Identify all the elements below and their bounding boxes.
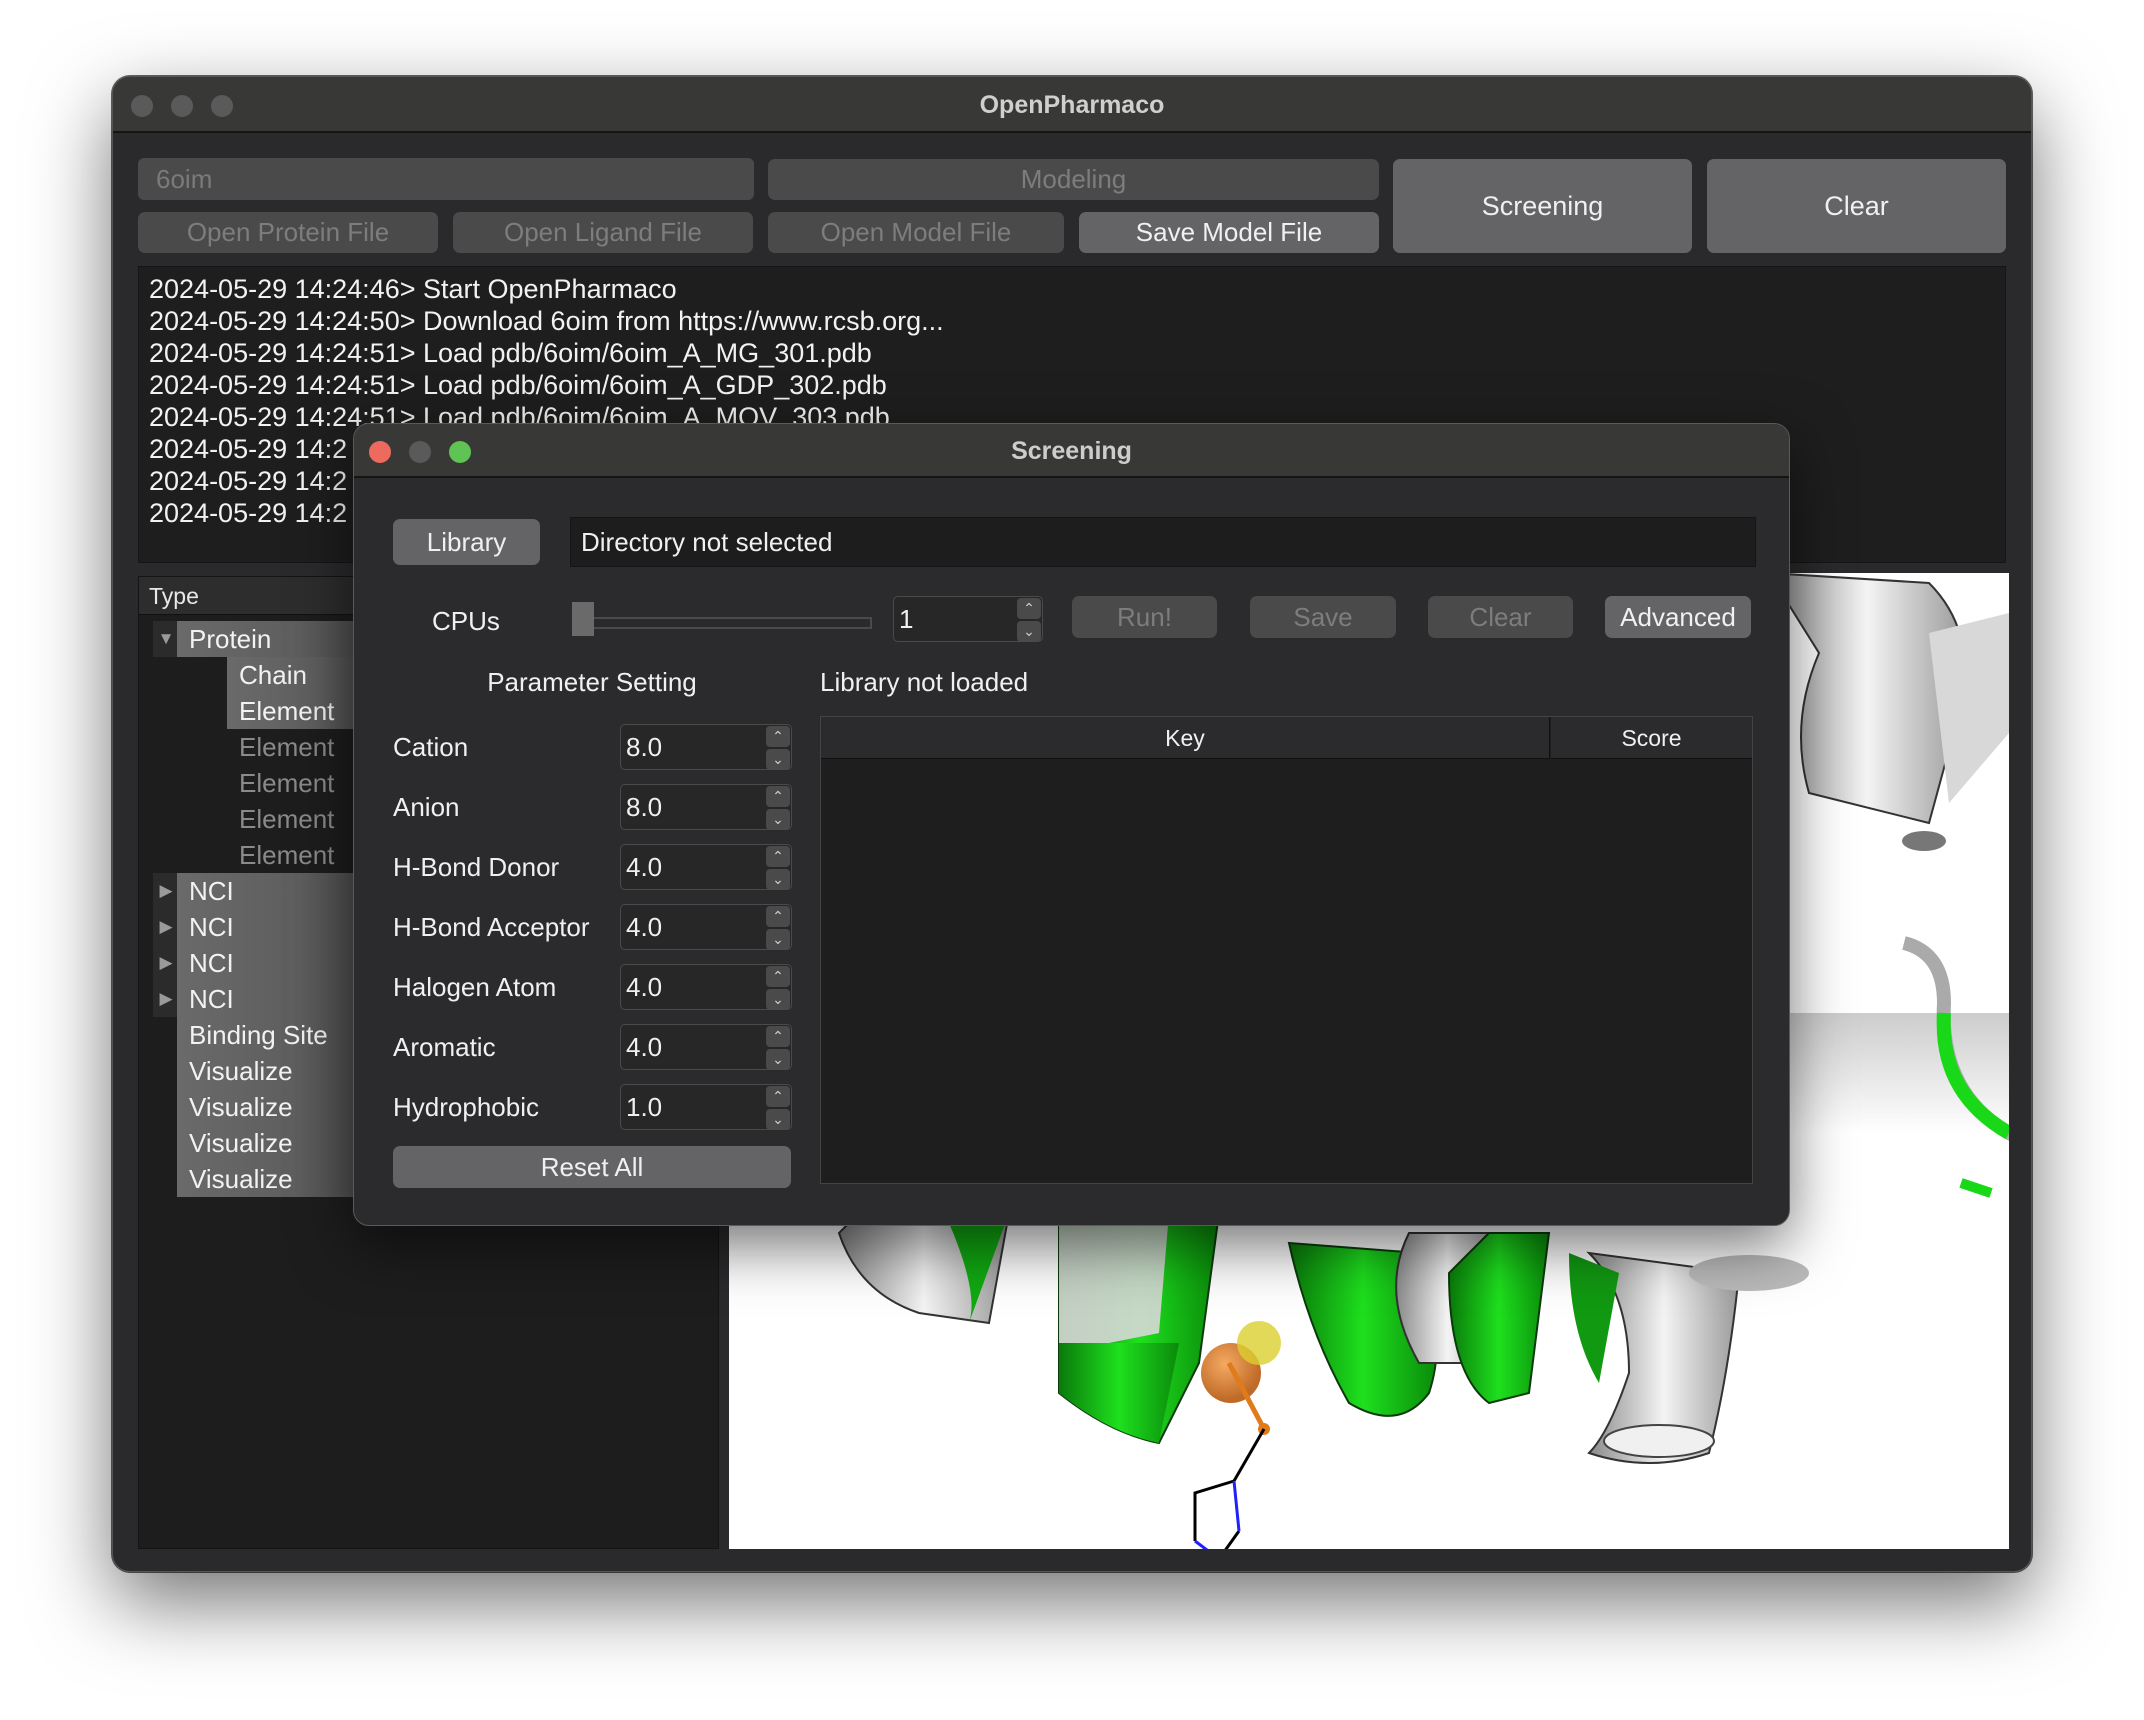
- library-directory-field[interactable]: Directory not selected: [570, 517, 1756, 567]
- expand-arrow-down-icon[interactable]: ▼: [153, 621, 179, 657]
- log-line: 2024-05-29 14:24:50> Download 6oim from …: [149, 306, 944, 336]
- parameter-label: H-Bond Acceptor: [393, 912, 590, 942]
- parameter-value: 4.0: [626, 852, 663, 882]
- clear-button[interactable]: Clear: [1707, 159, 2006, 253]
- tree-item-label: Binding Site: [177, 1017, 379, 1053]
- open-ligand-file-button[interactable]: Open Ligand File: [453, 212, 753, 253]
- parameter-value: 8.0: [626, 792, 663, 822]
- cpus-slider-handle[interactable]: [572, 602, 594, 636]
- increment-icon[interactable]: ⌃: [766, 786, 790, 807]
- parameter-value: 4.0: [626, 1032, 663, 1062]
- parameter-label: Cation: [393, 732, 469, 762]
- parameter-spinbox[interactable]: 1.0 ⌃ ⌄: [620, 1084, 792, 1130]
- save-model-file-button[interactable]: Save Model File: [1079, 212, 1379, 253]
- screening-dialog: Screening Library Directory not selected…: [353, 423, 1790, 1226]
- library-button[interactable]: Library: [393, 519, 540, 565]
- window-title: OpenPharmaco: [979, 91, 1165, 119]
- parameter-spinbox[interactable]: 4.0 ⌃ ⌄: [620, 964, 792, 1010]
- ligand-bond: [1193, 1479, 1235, 1541]
- helix-green: [1447, 1232, 1551, 1405]
- parameter-label: Aromatic: [393, 1032, 496, 1062]
- ligand-bond-nitrogen: [1232, 1480, 1241, 1532]
- parameter-spinbox[interactable]: 4.0 ⌃ ⌄: [620, 1024, 792, 1070]
- log-line: 2024-05-29 14:24:51> Load pdb/6oim/6oim_…: [149, 370, 887, 400]
- increment-icon[interactable]: ⌃: [766, 726, 790, 747]
- increment-icon[interactable]: ⌃: [766, 1026, 790, 1047]
- parameter-label: Halogen Atom: [393, 972, 557, 1002]
- dialog-title: Screening: [1011, 437, 1132, 465]
- expand-arrow-right-icon[interactable]: ▶: [153, 873, 179, 909]
- green-fragment: [1959, 1178, 1993, 1198]
- open-model-file-button[interactable]: Open Model File: [768, 212, 1064, 253]
- parameter-value: 4.0: [626, 912, 663, 942]
- tree-item-label: Visualize: [177, 1089, 379, 1125]
- increment-icon[interactable]: ⌃: [766, 966, 790, 987]
- helix-white: [1059, 1213, 1169, 1353]
- tree-item-label: Visualize: [177, 1053, 379, 1089]
- ligand-bond: [1224, 1530, 1241, 1549]
- expand-arrow-right-icon[interactable]: ▶: [153, 945, 179, 981]
- ligand-sphere-yellow: [1237, 1321, 1281, 1365]
- log-line: 2024-05-29 14:24:51> Load pdb/6oim/6oim_…: [149, 338, 872, 368]
- cpus-slider-track[interactable]: [572, 617, 872, 629]
- parameter-label: Anion: [393, 792, 460, 822]
- decrement-icon[interactable]: ⌄: [766, 929, 790, 950]
- decrement-icon[interactable]: ⌄: [766, 1049, 790, 1070]
- helix-end: [1689, 1255, 1809, 1291]
- column-header-score[interactable]: Score: [1551, 717, 1752, 759]
- column-header-key[interactable]: Key: [821, 717, 1550, 759]
- helix-green: [1569, 1253, 1619, 1383]
- pdb-id-input[interactable]: 6oim: [138, 158, 754, 200]
- tree-item-label: NCI: [177, 945, 379, 981]
- parameter-spinbox[interactable]: 8.0 ⌃ ⌄: [620, 784, 792, 830]
- expand-arrow-right-icon[interactable]: ▶: [153, 909, 179, 945]
- parameter-label: H-Bond Donor: [393, 852, 560, 882]
- run-button[interactable]: Run!: [1072, 596, 1217, 638]
- increment-icon[interactable]: ⌃: [1017, 598, 1041, 619]
- tree-item-label: NCI: [177, 873, 379, 909]
- log-line: 2024-05-29 14:24:46> Start OpenPharmaco: [149, 274, 677, 304]
- ligand-bond-nitrogen: [1194, 1539, 1209, 1549]
- cpus-spinbox[interactable]: 1 ⌃ ⌄: [893, 596, 1043, 642]
- cpus-value: 1: [899, 604, 914, 634]
- reset-all-button[interactable]: Reset All: [393, 1146, 791, 1188]
- parameter-spinbox[interactable]: 4.0 ⌃ ⌄: [620, 904, 792, 950]
- tree-item-label: Visualize: [177, 1161, 379, 1197]
- parameter-value: 4.0: [626, 972, 663, 1002]
- decrement-icon[interactable]: ⌄: [766, 809, 790, 830]
- strand-end: [1902, 831, 1946, 851]
- decrement-icon[interactable]: ⌄: [766, 869, 790, 890]
- cpus-label: CPUs: [432, 606, 500, 636]
- parameter-value: 1.0: [626, 1092, 663, 1122]
- library-status-label: Library not loaded: [820, 667, 1029, 697]
- tree-item-label: Protein: [177, 621, 379, 657]
- decrement-icon[interactable]: ⌄: [766, 749, 790, 770]
- increment-icon[interactable]: ⌃: [766, 1086, 790, 1107]
- save-button[interactable]: Save: [1250, 596, 1396, 638]
- tree-item-label: NCI: [177, 981, 379, 1017]
- increment-icon[interactable]: ⌃: [766, 906, 790, 927]
- parameter-value: 8.0: [626, 732, 663, 762]
- parameter-label: Hydrophobic: [393, 1092, 539, 1122]
- helix-end: [1603, 1424, 1715, 1458]
- increment-icon[interactable]: ⌃: [766, 846, 790, 867]
- decrement-icon[interactable]: ⌄: [1017, 621, 1041, 642]
- parameter-spinbox[interactable]: 4.0 ⌃ ⌄: [620, 844, 792, 890]
- clear-results-button[interactable]: Clear: [1428, 596, 1573, 638]
- parameter-setting-heading: Parameter Setting: [487, 667, 697, 697]
- results-table[interactable]: Key Score: [820, 716, 1753, 1184]
- decrement-icon[interactable]: ⌄: [766, 989, 790, 1010]
- tree-item-label: NCI: [177, 909, 379, 945]
- decrement-icon[interactable]: ⌄: [766, 1109, 790, 1130]
- helix-white: [1767, 573, 1966, 825]
- screening-button[interactable]: Screening: [1393, 159, 1692, 253]
- expand-arrow-right-icon[interactable]: ▶: [153, 981, 179, 1017]
- modeling-button[interactable]: Modeling: [768, 159, 1379, 200]
- helix-green: [1059, 1343, 1179, 1443]
- advanced-button[interactable]: Advanced: [1605, 596, 1751, 638]
- parameter-spinbox[interactable]: 8.0 ⌃ ⌄: [620, 724, 792, 770]
- tree-item-label: Visualize: [177, 1125, 379, 1161]
- ligand-bond: [1232, 1428, 1266, 1482]
- open-protein-file-button[interactable]: Open Protein File: [138, 212, 438, 253]
